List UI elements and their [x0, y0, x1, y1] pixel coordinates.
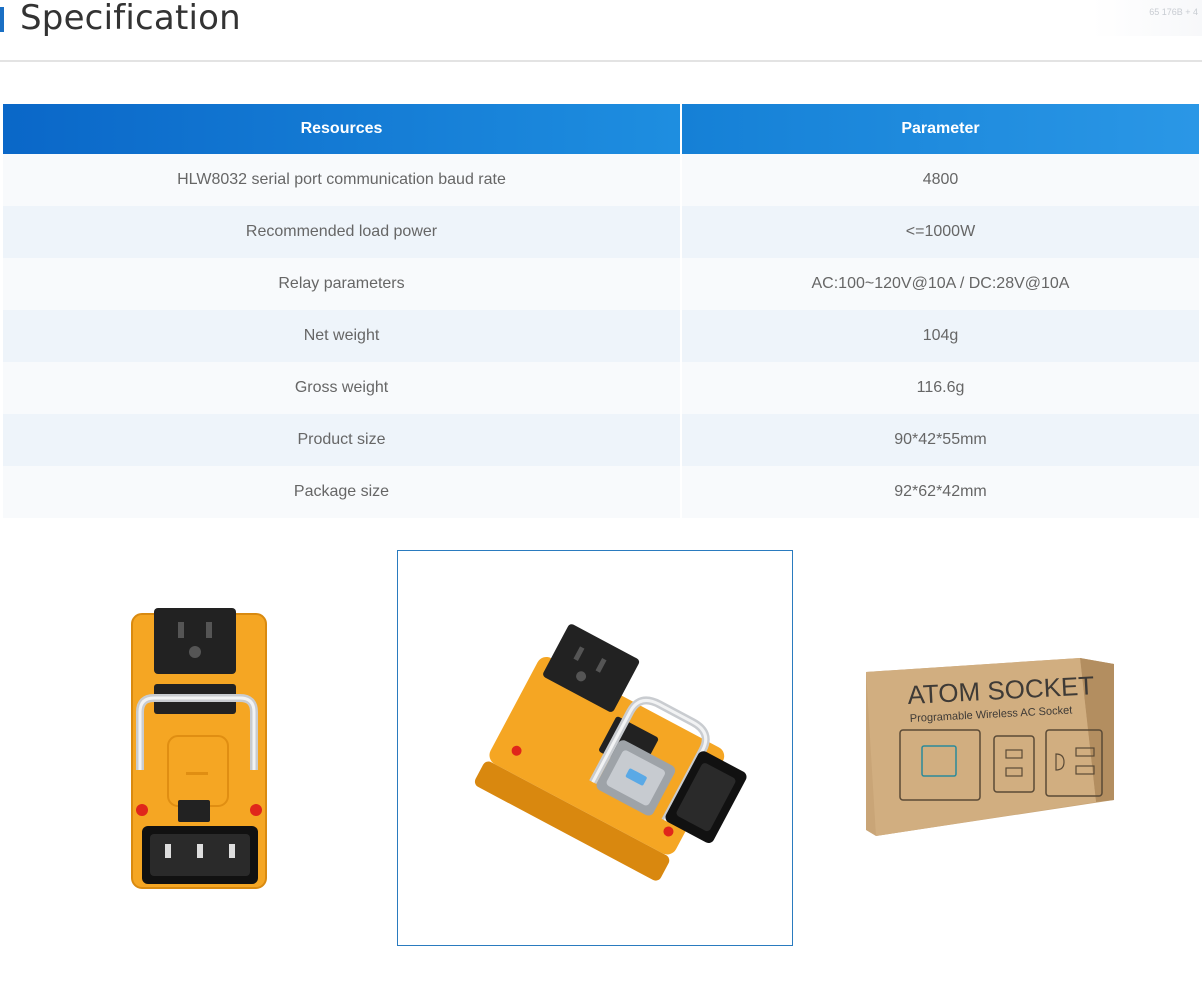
package-box-image: ATOM SOCKET Programable Wireless AC Sock… — [866, 658, 1114, 836]
resource-cell: Product size — [3, 414, 682, 466]
product-angled-image — [474, 624, 747, 881]
parameter-cell: 90*42*55mm — [681, 414, 1199, 466]
parameter-cell: 104g — [681, 310, 1199, 362]
parameter-cell: 116.6g — [681, 362, 1199, 414]
page-title: Specification — [20, 0, 241, 38]
product-front-image — [131, 608, 267, 889]
product-gallery: ATOM SOCKET Programable Wireless AC Sock… — [0, 550, 1202, 950]
column-header-resources: Resources — [3, 104, 682, 154]
resource-cell: Package size — [3, 466, 682, 518]
resource-cell: Net weight — [3, 310, 682, 362]
parameter-cell: AC:100~120V@10A / DC:28V@10A — [681, 258, 1199, 310]
resource-cell: Relay parameters — [3, 258, 682, 310]
product-photo-angled[interactable] — [397, 550, 793, 946]
resource-cell: HLW8032 serial port communication baud r… — [3, 154, 682, 206]
table-row: Gross weight 116.6g — [3, 362, 1199, 414]
parameter-cell: 4800 — [681, 154, 1199, 206]
product-photo-front[interactable] — [120, 600, 280, 900]
top-right-widget[interactable]: 65 176B + 4 — [1092, 0, 1202, 36]
table-header-row: Resources Parameter — [3, 104, 1199, 154]
table-row: Product size 90*42*55mm — [3, 414, 1199, 466]
table-row: HLW8032 serial port communication baud r… — [3, 154, 1199, 206]
title-accent-bar — [0, 7, 4, 32]
resource-cell: Recommended load power — [3, 206, 682, 258]
table-row: Package size 92*62*42mm — [3, 466, 1199, 518]
product-photo-package[interactable]: ATOM SOCKET Programable Wireless AC Sock… — [860, 650, 1120, 840]
parameter-cell: 92*62*42mm — [681, 466, 1199, 518]
table-row: Recommended load power <=1000W — [3, 206, 1199, 258]
table-row: Relay parameters AC:100~120V@10A / DC:28… — [3, 258, 1199, 310]
resource-cell: Gross weight — [3, 362, 682, 414]
column-header-parameter: Parameter — [681, 104, 1199, 154]
table-row: Net weight 104g — [3, 310, 1199, 362]
specification-table: Resources Parameter HLW8032 serial port … — [3, 104, 1199, 518]
page-header: Specification — [0, 0, 1202, 62]
parameter-cell: <=1000W — [681, 206, 1199, 258]
top-widget-text: 65 176B + 4 — [1149, 7, 1198, 17]
